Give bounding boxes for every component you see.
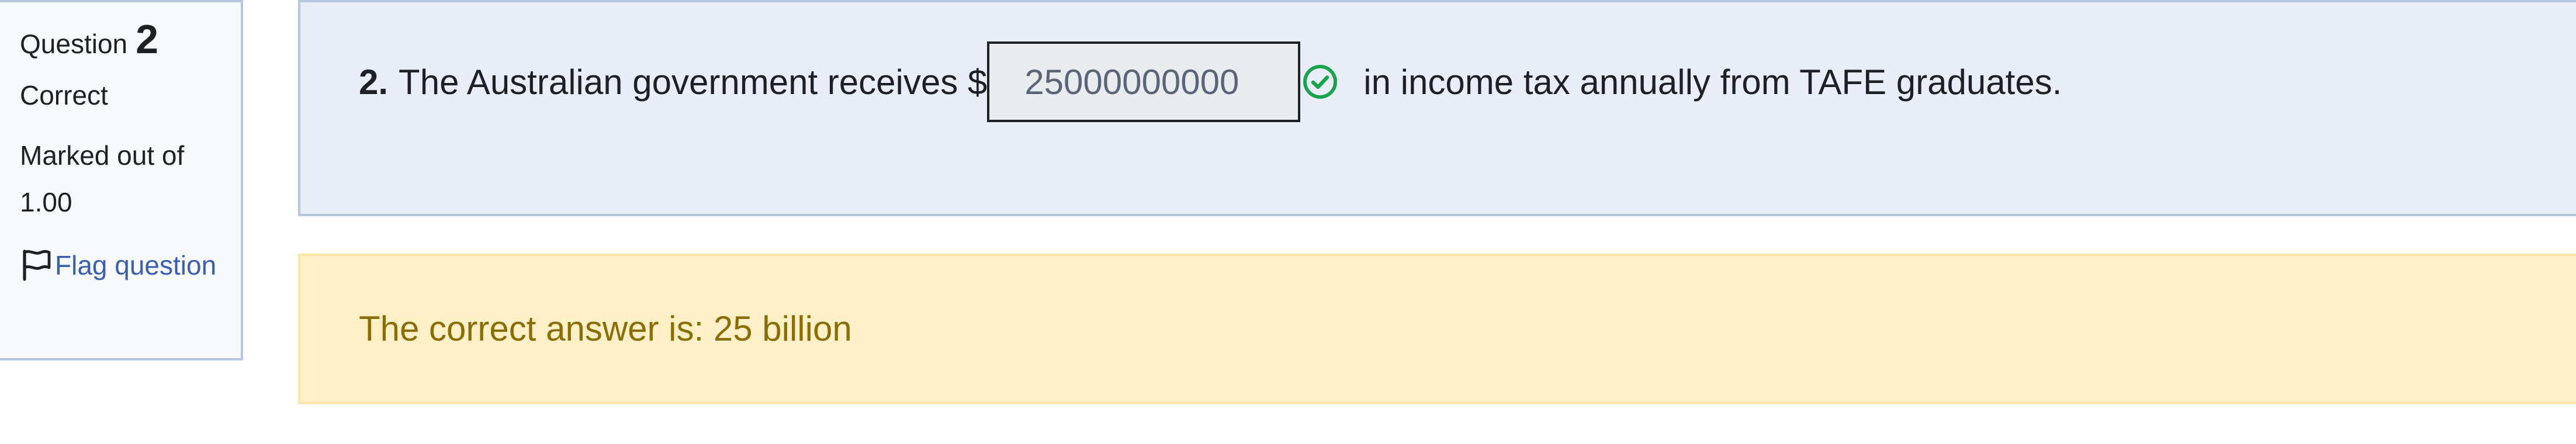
question-info-panel: Question 2 Correct Marked out of 1.00 Fl… <box>0 0 243 360</box>
flag-outline-icon <box>23 249 51 281</box>
question-grade: Marked out of 1.00 <box>20 140 185 217</box>
answer-input[interactable] <box>987 41 1301 122</box>
question-content-box: 2. The Australian government receives $ … <box>298 0 2576 216</box>
feedback-box: The correct answer is: 25 billion <box>298 254 2576 404</box>
quiz-review-page: Question 2 Correct Marked out of 1.00 Fl… <box>0 0 2576 444</box>
question-number: 2 <box>136 16 159 62</box>
question-text-after: in income tax annually from TAFE graduat… <box>1363 62 2062 102</box>
question-item-number: 2. <box>359 62 389 102</box>
correct-answer-text: The correct answer is: 25 billion <box>359 309 852 348</box>
question-state: Correct <box>20 80 108 110</box>
question-text-before: The Australian government receives $ <box>399 62 988 102</box>
check-circle-icon <box>1303 65 1338 99</box>
question-number-heading: Question 2 <box>20 19 241 60</box>
question-label: Question <box>20 29 128 59</box>
flag-question-label: Flag question <box>55 250 217 280</box>
flag-question-link[interactable]: Flag question <box>20 243 219 287</box>
question-text-line: 2. The Australian government receives $ … <box>359 40 2062 124</box>
